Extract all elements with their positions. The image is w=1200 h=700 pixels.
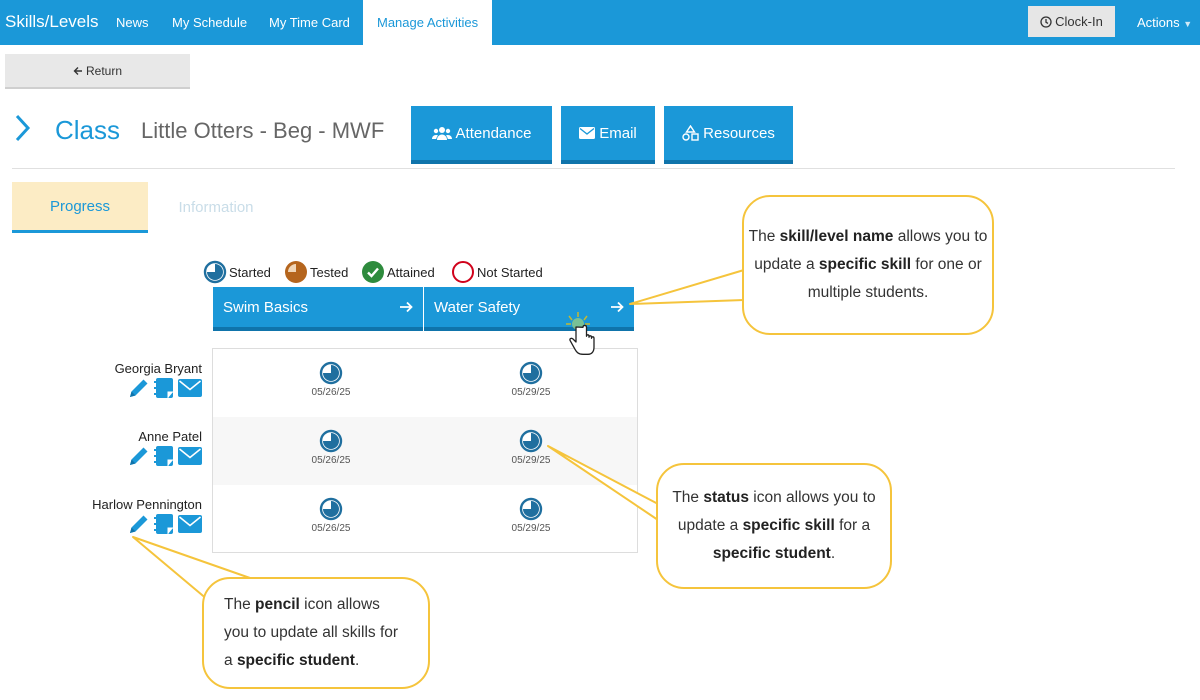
page-title: Class bbox=[55, 115, 121, 145]
hand-cursor-icon bbox=[566, 312, 595, 355]
callout-skill-name: The skill/level name allows you to updat… bbox=[742, 195, 994, 335]
nav-news[interactable]: News bbox=[116, 15, 149, 30]
notes-icon[interactable] bbox=[153, 377, 175, 399]
skill-header-swim-basics[interactable]: Swim Basics bbox=[213, 287, 423, 331]
email-button[interactable]: Email bbox=[561, 106, 655, 164]
status-date: 05/26/25 bbox=[311, 523, 351, 534]
nav-my-schedule[interactable]: My Schedule bbox=[172, 15, 247, 30]
arrow-left-icon bbox=[73, 66, 82, 75]
pencil-icon[interactable] bbox=[128, 513, 150, 535]
legend-tested: Tested bbox=[284, 260, 348, 284]
empty-circle-icon bbox=[452, 261, 474, 283]
status-cell[interactable]: 05/29/25 bbox=[491, 361, 571, 398]
arrow-right-icon bbox=[611, 301, 624, 313]
table-row: 05/26/25 05/29/25 bbox=[213, 417, 637, 485]
clock-in-label: Clock-In bbox=[1055, 14, 1103, 29]
started-status-icon[interactable] bbox=[519, 429, 543, 453]
tab-progress[interactable]: Progress bbox=[12, 182, 148, 233]
legend-attained: Attained bbox=[361, 260, 435, 284]
legend-not-started-label: Not Started bbox=[477, 264, 543, 280]
status-date: 05/29/25 bbox=[511, 523, 551, 534]
nav-manage-activities[interactable]: Manage Activities bbox=[363, 0, 493, 45]
student-actions bbox=[128, 377, 202, 399]
status-cell[interactable]: 05/26/25 bbox=[291, 361, 371, 398]
envelope-icon[interactable] bbox=[178, 515, 202, 533]
status-date: 05/26/25 bbox=[311, 387, 351, 398]
shapes-icon bbox=[682, 125, 699, 141]
status-date: 05/26/25 bbox=[311, 455, 351, 466]
student-name[interactable]: Harlow Pennington bbox=[92, 497, 202, 512]
started-status-icon[interactable] bbox=[519, 497, 543, 521]
callout-text: The skill/level name allows you to updat… bbox=[748, 228, 988, 301]
resources-label: Resources bbox=[703, 124, 775, 142]
return-button[interactable]: Return bbox=[5, 54, 190, 89]
student-name[interactable]: Georgia Bryant bbox=[115, 361, 202, 376]
tab-information[interactable]: Information bbox=[148, 182, 284, 233]
top-navbar: Skills/Levels News My Schedule My Time C… bbox=[0, 0, 1200, 45]
resources-button[interactable]: Resources bbox=[664, 106, 793, 164]
check-circle-icon bbox=[362, 261, 384, 283]
return-label: Return bbox=[85, 63, 123, 78]
header-divider bbox=[12, 168, 1175, 169]
table-row: 05/26/25 05/29/25 bbox=[213, 485, 637, 553]
notes-icon[interactable] bbox=[153, 445, 175, 467]
status-cell[interactable]: 05/29/25 bbox=[491, 429, 571, 466]
status-cell[interactable]: 05/26/25 bbox=[291, 497, 371, 534]
started-status-icon[interactable] bbox=[519, 361, 543, 385]
legend-not-started: Not Started bbox=[451, 260, 543, 284]
email-label: Email bbox=[599, 124, 637, 142]
student-name[interactable]: Anne Patel bbox=[138, 429, 202, 444]
progress-grid: 05/26/25 05/29/25 05/26/25 05/29/25 05/2… bbox=[212, 348, 638, 553]
clock-icon bbox=[1040, 15, 1052, 28]
student-actions bbox=[128, 445, 202, 467]
legend-started: Started bbox=[203, 260, 271, 284]
brand-title[interactable]: Skills/Levels bbox=[5, 12, 99, 32]
envelope-icon[interactable] bbox=[178, 379, 202, 397]
clock-in-button[interactable]: Clock-In bbox=[1028, 6, 1115, 37]
callout-text: The pencil icon allows you to update all… bbox=[224, 596, 399, 669]
chevron-right-icon[interactable] bbox=[12, 112, 32, 144]
started-status-icon[interactable] bbox=[319, 361, 343, 385]
notes-icon[interactable] bbox=[153, 513, 175, 535]
caret-down-icon: ▼ bbox=[1183, 19, 1193, 29]
legend-attained-label: Attained bbox=[387, 264, 435, 280]
status-date: 05/29/25 bbox=[511, 387, 551, 398]
started-status-icon bbox=[203, 260, 227, 284]
legend-started-label: Started bbox=[229, 264, 271, 280]
callout-pencil-icon: The pencil icon allows you to update all… bbox=[202, 577, 430, 689]
status-cell[interactable]: 05/26/25 bbox=[291, 429, 371, 466]
started-status-icon[interactable] bbox=[319, 429, 343, 453]
actions-label: Actions bbox=[1137, 15, 1180, 30]
status-date: 05/29/25 bbox=[511, 455, 551, 466]
envelope-icon bbox=[579, 127, 596, 139]
arrow-right-icon bbox=[400, 301, 413, 313]
skill-name: Swim Basics bbox=[223, 298, 309, 316]
attendance-button[interactable]: Attendance bbox=[411, 106, 552, 164]
skill-name: Water Safety bbox=[434, 298, 521, 316]
nav-my-time-card[interactable]: My Time Card bbox=[269, 15, 350, 30]
envelope-icon[interactable] bbox=[178, 447, 202, 465]
status-cell[interactable]: 05/29/25 bbox=[491, 497, 571, 534]
legend-tested-label: Tested bbox=[310, 264, 349, 280]
actions-menu[interactable]: Actions ▼ bbox=[1137, 15, 1192, 30]
started-status-icon[interactable] bbox=[319, 497, 343, 521]
attendance-label: Attendance bbox=[455, 124, 532, 142]
callout-text: The status icon allows you to update a s… bbox=[672, 489, 876, 562]
users-icon bbox=[431, 126, 452, 140]
tested-status-icon bbox=[285, 261, 307, 283]
callout-status-icon: The status icon allows you to update a s… bbox=[656, 463, 892, 589]
pencil-icon[interactable] bbox=[128, 377, 150, 399]
student-actions bbox=[128, 513, 202, 535]
pencil-icon[interactable] bbox=[128, 445, 150, 467]
class-name: Little Otters - Beg - MWF bbox=[141, 118, 385, 143]
